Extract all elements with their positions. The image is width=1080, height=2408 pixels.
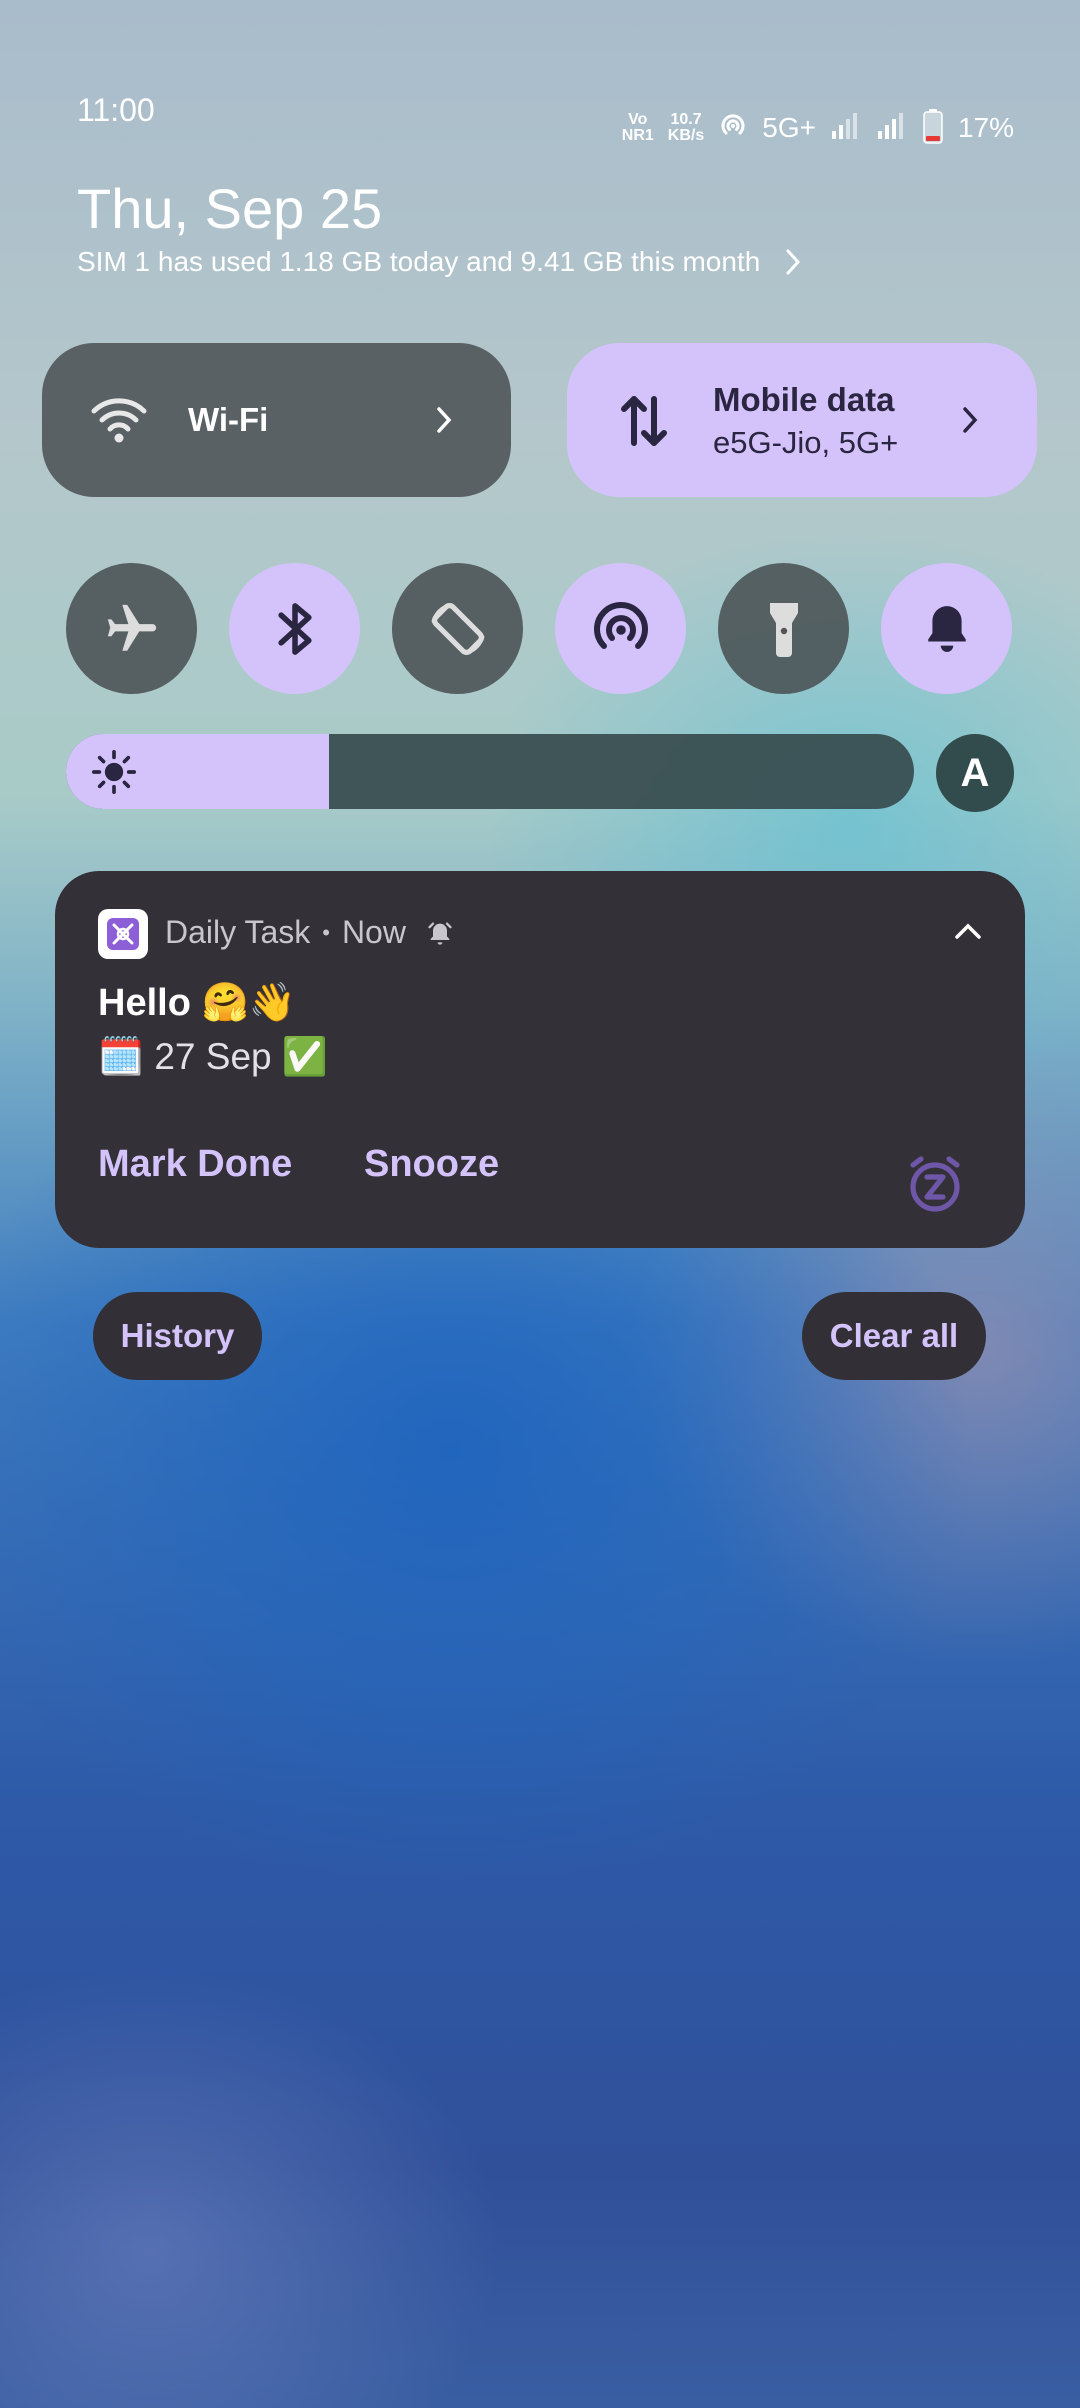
date-header: Thu, Sep 25 (77, 177, 383, 240)
status-time: 11:00 (77, 92, 155, 128)
mobile-data-label: Mobile data (713, 381, 895, 418)
snooze-icon[interactable] (905, 1155, 965, 1215)
history-button[interactable]: History (93, 1292, 262, 1380)
brightness-sun-icon (92, 750, 136, 794)
daily-task-app-icon (98, 909, 148, 959)
mobile-data-carrier: e5G-Jio, 5G+ (713, 425, 899, 460)
sound-bell-icon (927, 605, 966, 652)
volte-top: Vo (628, 111, 648, 128)
clear-all-button[interactable]: Clear all (802, 1292, 986, 1380)
auto-rotate-icon (431, 602, 484, 655)
hotspot-toggle[interactable] (555, 563, 686, 694)
airplane-mode-icon (107, 604, 156, 651)
battery-percent: 17% (957, 112, 1014, 143)
speed-unit: KB/s (667, 127, 705, 144)
bluetooth-icon (277, 602, 312, 655)
speed-value: 10.7 (670, 111, 702, 128)
auto-rotate-toggle[interactable] (392, 563, 523, 694)
snooze-button[interactable]: Snooze (364, 1143, 499, 1186)
mobile-data-icon (619, 393, 669, 454)
flashlight-toggle[interactable] (718, 563, 849, 694)
notification-header: Daily Task • Now (165, 914, 454, 951)
auto-brightness-button[interactable]: A (936, 734, 1014, 812)
hotspot-status-icon (718, 111, 748, 146)
status-icons: Vo NR1 10.7 KB/s 5G+ 17% (622, 106, 1014, 150)
hotspot-icon (593, 601, 648, 649)
notification-body: 🗓️ 27 Sep ✅ (98, 1036, 328, 1077)
sound-toggle[interactable] (881, 563, 1012, 694)
mark-done-button[interactable]: Mark Done (98, 1143, 292, 1186)
collapse-chevron-icon[interactable] (953, 921, 983, 941)
volte-indicator: Vo NR1 (622, 112, 654, 144)
battery-icon (922, 108, 944, 149)
network-type: 5G+ (762, 112, 816, 143)
wifi-chevron-icon (437, 407, 452, 433)
wifi-tile[interactable]: Wi-Fi (42, 343, 511, 497)
airplane-mode-toggle[interactable] (66, 563, 197, 694)
notification-card[interactable]: Daily Task • Now Hello 🤗👋 🗓️ 27 Sep ✅ Ma… (55, 871, 1025, 1248)
data-usage-row[interactable]: SIM 1 has used 1.18 GB today and 9.41 GB… (77, 246, 802, 278)
signal-sim1-icon (830, 111, 862, 146)
wifi-icon (90, 395, 148, 450)
notification-time: Now (341, 914, 406, 950)
bluetooth-toggle[interactable] (229, 563, 360, 694)
chevron-right-icon (786, 249, 801, 275)
volte-bottom: NR1 (621, 127, 654, 144)
mobile-data-tile[interactable]: Mobile data e5G-Jio, 5G+ (567, 343, 1037, 497)
data-usage-text: SIM 1 has used 1.18 GB today and 9.41 GB… (77, 246, 761, 277)
brightness-slider[interactable] (66, 734, 914, 809)
flashlight-icon (769, 602, 798, 657)
wifi-label: Wi-Fi (188, 401, 269, 438)
signal-sim2-icon (876, 111, 908, 146)
alarm-bell-icon (428, 922, 452, 945)
notification-app-name: Daily Task (165, 914, 311, 950)
notification-separator: • (322, 919, 330, 945)
network-speed: 10.7 KB/s (668, 112, 704, 144)
mobile-data-chevron-icon (963, 407, 978, 433)
notification-title: Hello 🤗👋 (98, 982, 297, 1024)
